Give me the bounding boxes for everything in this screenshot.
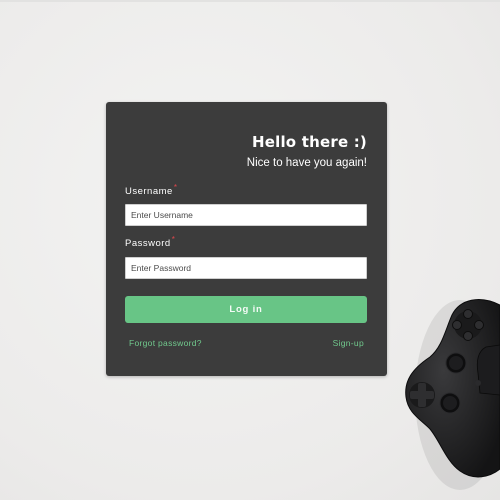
greeting-subtitle: Nice to have you again! xyxy=(246,157,367,169)
greeting-title: Hello there :) xyxy=(251,133,367,151)
gamepad-icon xyxy=(405,299,500,490)
forgot-password-link[interactable]: Forgot password? xyxy=(129,338,202,348)
password-label: Password xyxy=(125,238,171,249)
login-button[interactable]: Log in xyxy=(125,296,367,323)
username-input[interactable] xyxy=(125,204,367,226)
username-label: Username xyxy=(125,186,173,197)
username-label-wrap: Username* xyxy=(125,183,178,197)
signup-link[interactable]: Sign-up xyxy=(333,338,364,348)
password-label-wrap: Password* xyxy=(125,235,176,249)
top-divider xyxy=(0,0,500,2)
username-required-marker: * xyxy=(173,183,178,192)
password-input[interactable] xyxy=(125,257,367,279)
password-required-marker: * xyxy=(171,235,176,244)
login-card: Hello there :) Nice to have you again! U… xyxy=(106,102,387,376)
